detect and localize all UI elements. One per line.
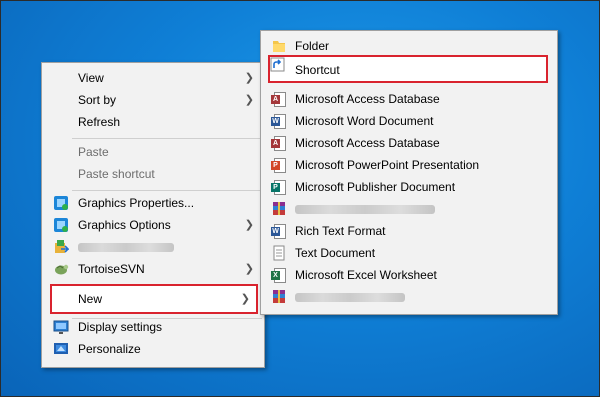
menu-item-display-settings[interactable]: Display settings: [42, 316, 264, 338]
submenu-item-label: Rich Text Format: [295, 224, 386, 238]
submenu-item-access-database[interactable]: A Microsoft Access Database: [261, 88, 557, 110]
shortcut-icon: [270, 57, 286, 76]
submenu-item-blurred-zip[interactable]: [261, 286, 557, 308]
menu-item-paste-shortcut: Paste shortcut: [42, 163, 264, 185]
menu-item-label: Personalize: [78, 342, 141, 356]
display-icon: [53, 319, 69, 335]
desktop-context-menu: View ❯ Sort by ❯ Refresh Paste Paste sho…: [41, 62, 265, 368]
submenu-item-label: Microsoft Access Database: [295, 92, 440, 106]
rtf-icon: W: [271, 223, 287, 239]
blurred-label: [78, 243, 174, 252]
submenu-item-shortcut[interactable]: Shortcut: [268, 55, 548, 83]
personalize-icon: [53, 341, 69, 357]
menu-item-label: Sort by: [78, 93, 117, 107]
menu-item-label: Paste shortcut: [78, 167, 155, 181]
winrar-zip-icon: [271, 289, 287, 305]
submenu-item-publisher[interactable]: P Microsoft Publisher Document: [261, 176, 557, 198]
menu-item-personalize[interactable]: Personalize: [42, 338, 264, 360]
menu-item-new[interactable]: New ❯: [50, 284, 258, 314]
chevron-right-icon: ❯: [244, 263, 254, 275]
menu-item-label: Paste: [78, 145, 109, 159]
menu-item-blurred[interactable]: [42, 236, 264, 258]
tortoisesvn-icon: [53, 261, 69, 277]
submenu-item-powerpoint[interactable]: P Microsoft PowerPoint Presentation: [261, 154, 557, 176]
intel-graphics-icon: [53, 217, 69, 233]
winrar-share-icon: [53, 239, 70, 255]
submenu-item-label: Shortcut: [295, 63, 340, 77]
word-icon: W: [271, 113, 287, 129]
menu-item-view[interactable]: View ❯: [42, 67, 264, 89]
chevron-right-icon: ❯: [240, 293, 250, 305]
access-icon: A: [271, 91, 287, 107]
submenu-item-label: Folder: [295, 39, 330, 53]
publisher-icon: P: [271, 179, 287, 195]
menu-item-label: Display settings: [78, 320, 163, 334]
submenu-item-label: Microsoft Publisher Document: [295, 180, 456, 194]
submenu-item-label: Microsoft Access Database: [295, 136, 440, 150]
submenu-item-access-database-2[interactable]: A Microsoft Access Database: [261, 132, 557, 154]
submenu-item-label: Microsoft PowerPoint Presentation: [295, 158, 480, 172]
menu-item-paste: Paste: [42, 141, 264, 163]
folder-icon: [271, 38, 287, 54]
submenu-item-text-document[interactable]: Text Document: [261, 242, 557, 264]
excel-icon: X: [271, 267, 287, 283]
menu-item-label: Graphics Options: [78, 218, 171, 232]
menu-item-label: Graphics Properties...: [78, 196, 195, 210]
access-icon: A: [271, 135, 287, 151]
submenu-item-word-document[interactable]: W Microsoft Word Document: [261, 110, 557, 132]
submenu-item-excel-worksheet[interactable]: X Microsoft Excel Worksheet: [261, 264, 557, 286]
submenu-item-label: Text Document: [295, 246, 376, 260]
menu-item-label: Refresh: [78, 115, 121, 129]
menu-item-tortoisesvn[interactable]: TortoiseSVN ❯: [42, 258, 264, 280]
menu-item-graphics-options[interactable]: Graphics Options ❯: [42, 214, 264, 236]
powerpoint-icon: P: [271, 157, 287, 173]
submenu-item-folder[interactable]: Folder: [261, 35, 557, 57]
menu-separator: [72, 138, 262, 139]
text-document-icon: [271, 245, 287, 261]
chevron-right-icon: ❯: [244, 72, 254, 84]
blurred-label: [295, 205, 435, 214]
intel-graphics-icon: [53, 195, 69, 211]
menu-item-label: TortoiseSVN: [78, 262, 145, 276]
winrar-archive-icon: [271, 201, 287, 217]
blurred-label: [295, 293, 405, 302]
submenu-item-blurred-archive[interactable]: [261, 198, 557, 220]
menu-item-sort-by[interactable]: Sort by ❯: [42, 89, 264, 111]
menu-item-label: View: [78, 71, 104, 85]
new-submenu: Folder Shortcut A Microsoft Access Datab…: [260, 30, 558, 315]
chevron-right-icon: ❯: [244, 219, 254, 231]
menu-item-label: New: [78, 292, 103, 306]
menu-item-refresh[interactable]: Refresh: [42, 111, 264, 133]
submenu-item-label: Microsoft Excel Worksheet: [295, 268, 437, 282]
submenu-item-rich-text[interactable]: W Rich Text Format: [261, 220, 557, 242]
chevron-right-icon: ❯: [244, 94, 254, 106]
submenu-item-label: Microsoft Word Document: [295, 114, 434, 128]
menu-item-graphics-properties[interactable]: Graphics Properties...: [42, 192, 264, 214]
menu-separator: [72, 190, 262, 191]
